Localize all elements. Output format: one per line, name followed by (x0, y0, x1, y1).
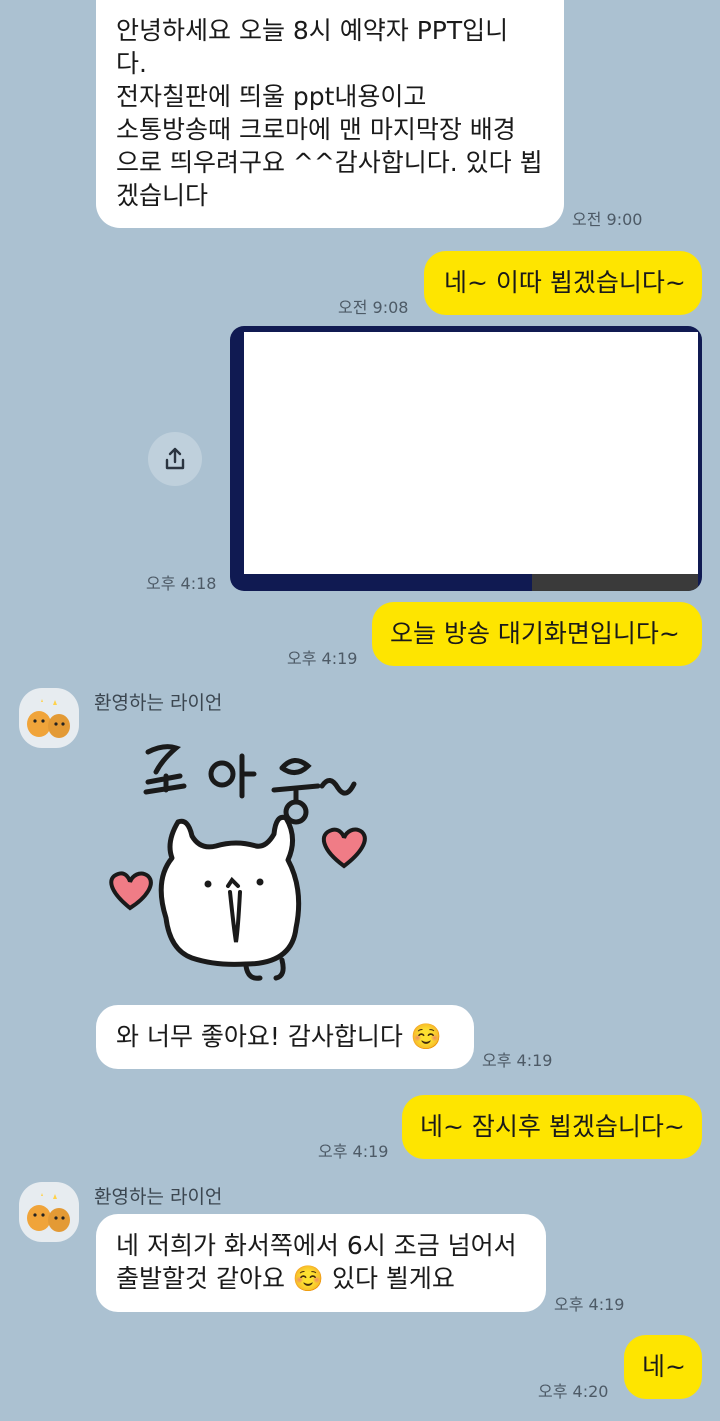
message-bubble-incoming[interactable]: 안녕하세요 오늘 8시 예약자 PPT입니 다. 전자칠판에 띄울 ppt내용이… (96, 0, 564, 228)
message-timestamp: 오전 9:00 (572, 210, 643, 229)
avatar-icon (27, 1193, 70, 1232)
share-icon (165, 447, 185, 470)
ryan-avatar[interactable] (19, 1182, 79, 1242)
image-message[interactable] (230, 326, 702, 591)
share-button[interactable] (148, 432, 202, 486)
message-timestamp: 오전 9:08 (338, 298, 409, 317)
image-corner (532, 574, 698, 591)
message-timestamp: 오후 4:19 (287, 649, 358, 668)
message-bubble-outgoing[interactable]: 네~ 이따 뵙겠습니다~ (424, 251, 702, 315)
message-bubble-outgoing[interactable]: 오늘 방송 대기화면입니다~ (372, 602, 702, 666)
message-bubble-incoming[interactable]: 네 저희가 화서쪽에서 6시 조금 넘어서 출발할것 같아요 ☺️ 있다 뵐게요 (96, 1214, 546, 1312)
sender-name: 환영하는 라이언 (94, 692, 223, 714)
avatar-icon (27, 699, 70, 738)
message-timestamp: 오후 4:18 (146, 574, 217, 593)
ryan-avatar[interactable] (19, 688, 79, 748)
sticker-image (109, 744, 367, 981)
message-bubble-outgoing[interactable]: 네~ 잠시후 뵙겠습니다~ (402, 1095, 702, 1159)
message-timestamp: 오후 4:19 (554, 1295, 625, 1314)
sender-name: 환영하는 라이언 (94, 1186, 223, 1208)
message-timestamp: 오후 4:19 (482, 1051, 553, 1070)
message-timestamp: 오후 4:20 (538, 1382, 609, 1401)
image-content (244, 332, 698, 574)
message-bubble-outgoing[interactable]: 네~ (624, 1335, 702, 1399)
message-timestamp: 오후 4:19 (318, 1142, 389, 1161)
message-bubble-incoming[interactable]: 와 너무 좋아요! 감사합니다 ☺️ (96, 1005, 474, 1069)
sticker[interactable] (96, 730, 376, 990)
